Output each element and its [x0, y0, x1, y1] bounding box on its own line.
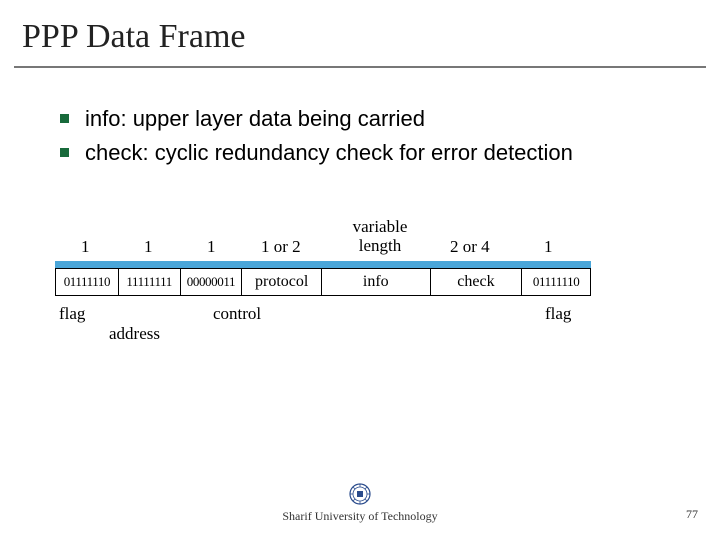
field-label: control	[213, 304, 261, 324]
slide: PPP Data Frame info: upper layer data be…	[0, 0, 720, 540]
slide-title: PPP Data Frame	[0, 0, 720, 64]
size-label: 1	[81, 237, 90, 257]
bullet-icon	[60, 114, 69, 123]
field-cell: 01111110	[522, 269, 590, 295]
bullet-icon	[60, 148, 69, 157]
size-label: 1	[207, 237, 216, 257]
university-logo-icon	[348, 482, 372, 506]
field-cell: check	[431, 269, 523, 295]
field-cell: 11111111	[119, 269, 181, 295]
bullet-text: check: cyclic redundancy check for error…	[85, 138, 573, 168]
field-label: flag	[545, 304, 571, 324]
field-cell: protocol	[242, 269, 322, 295]
footer: Sharif University of Technology	[0, 482, 720, 524]
frame-fields: 01111110 11111111 00000011 protocol info…	[55, 268, 591, 296]
size-label: variable length	[335, 218, 425, 255]
field-label: flag	[59, 304, 85, 324]
bullet-item: info: upper layer data being carried	[60, 104, 690, 134]
bullet-list: info: upper layer data being carried che…	[0, 68, 720, 167]
field-cell: info	[322, 269, 431, 295]
size-label: 1	[144, 237, 153, 257]
field-label: address	[109, 324, 160, 344]
footer-text: Sharif University of Technology	[282, 509, 437, 523]
size-label: 1	[544, 237, 553, 257]
bullet-text: info: upper layer data being carried	[85, 104, 425, 134]
field-cell: 00000011	[181, 269, 243, 295]
frame-diagram: 1 1 1 1 or 2 variable length 2 or 4 1 01…	[55, 215, 645, 356]
size-label: 1 or 2	[261, 237, 301, 257]
page-number: 77	[686, 507, 698, 522]
field-cell: 01111110	[56, 269, 119, 295]
diagram-top-bar	[55, 261, 591, 268]
byte-size-labels: 1 1 1 1 or 2 variable length 2 or 4 1	[55, 215, 645, 261]
field-name-labels: flag address control flag	[55, 296, 645, 356]
size-label: 2 or 4	[450, 237, 490, 257]
bullet-item: check: cyclic redundancy check for error…	[60, 138, 690, 168]
